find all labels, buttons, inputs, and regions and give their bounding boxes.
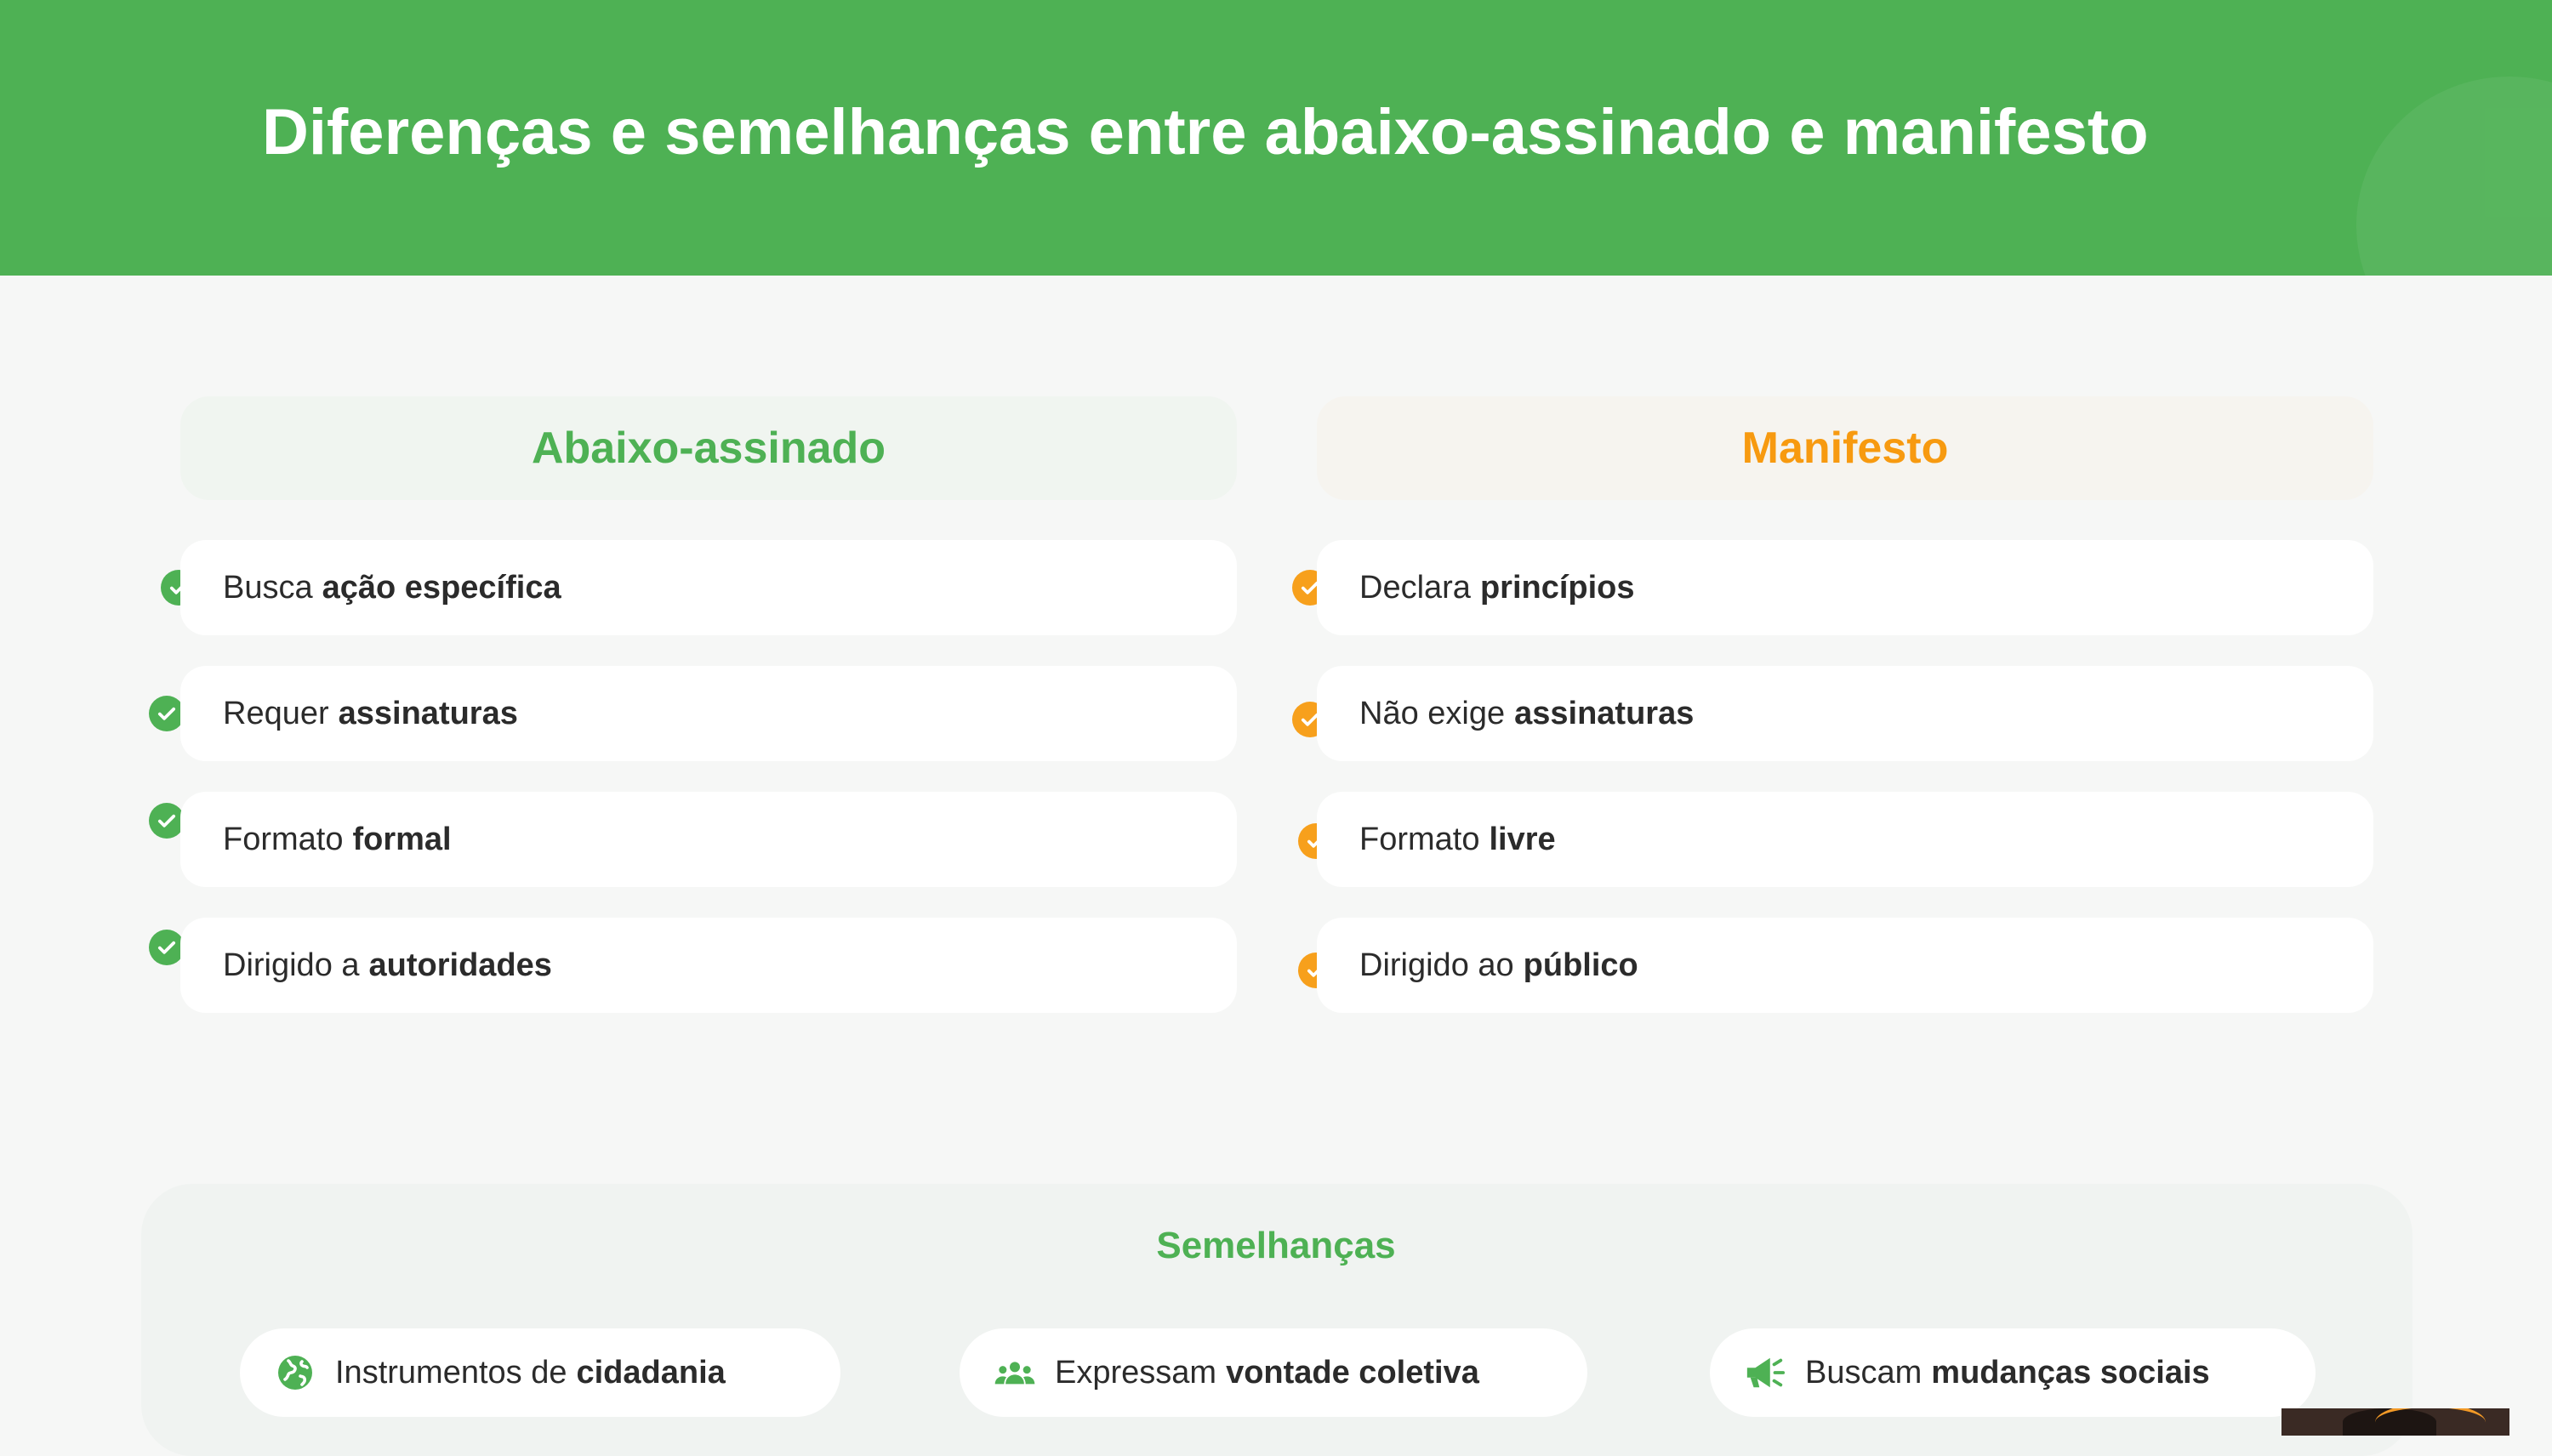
similarity-card: Buscam mudanças sociais xyxy=(1710,1328,2316,1417)
item-label: Formato xyxy=(1359,821,1480,857)
list-item: Busca ação específica xyxy=(180,540,1237,635)
similarity-emphasis: vontade coletiva xyxy=(1226,1354,1479,1391)
check-icon xyxy=(149,930,185,965)
list-item: Não exige assinaturas xyxy=(1317,666,2373,761)
list-item: Formato livre xyxy=(1317,792,2373,887)
list-item: Declara princípios xyxy=(1317,540,2373,635)
item-emphasis: princípios xyxy=(1479,569,1635,606)
similarity-label: Expressam xyxy=(1055,1354,1217,1391)
column-header-manifesto: Manifesto xyxy=(1317,396,2373,500)
presenter-thumbnail xyxy=(2281,1408,2509,1436)
list-item: Dirigido a autoridades xyxy=(180,918,1237,1013)
list-item: Requer assinaturas xyxy=(180,666,1237,761)
item-emphasis: formal xyxy=(352,821,452,857)
similarity-label: Buscam xyxy=(1805,1354,1923,1391)
item-emphasis: autoridades xyxy=(368,947,552,983)
megaphone-icon xyxy=(1746,1357,1786,1388)
item-label: Dirigido a xyxy=(223,947,360,983)
check-icon xyxy=(149,696,185,731)
item-label: Requer xyxy=(223,695,329,731)
similarity-card: Instrumentos de cidadania xyxy=(240,1328,840,1417)
page-title: Diferenças e semelhanças entre abaixo-as… xyxy=(262,96,2149,168)
item-label: Não exige xyxy=(1359,695,1506,731)
similarity-emphasis: mudanças sociais xyxy=(1931,1354,2210,1391)
item-label: Busca xyxy=(223,569,313,606)
similarities-title: Semelhanças xyxy=(1156,1225,1396,1266)
check-icon xyxy=(149,803,185,839)
item-label: Formato xyxy=(223,821,344,857)
globe-icon xyxy=(278,1356,312,1390)
presenter-ring xyxy=(2375,1408,2486,1436)
item-label: Declara xyxy=(1359,569,1471,606)
list-item: Dirigido ao público xyxy=(1317,918,2373,1013)
item-emphasis: ação específica xyxy=(322,569,561,606)
similarity-card: Expressam vontade coletiva xyxy=(960,1328,1587,1417)
column-header-abaixo-assinado: Abaixo-assinado xyxy=(180,396,1237,500)
item-label: Dirigido ao xyxy=(1359,947,1514,983)
item-emphasis: assinaturas xyxy=(1514,695,1695,731)
item-emphasis: livre xyxy=(1489,821,1556,857)
item-emphasis: público xyxy=(1523,947,1638,983)
decorative-circle xyxy=(2356,77,2552,276)
similarity-emphasis: cidadania xyxy=(576,1354,726,1391)
similarity-label: Instrumentos de xyxy=(335,1354,567,1391)
list-item: Formato formal xyxy=(180,792,1237,887)
item-emphasis: assinaturas xyxy=(338,695,518,731)
header-banner: Diferenças e semelhanças entre abaixo-as… xyxy=(0,0,2552,276)
users-icon xyxy=(994,1362,1035,1385)
